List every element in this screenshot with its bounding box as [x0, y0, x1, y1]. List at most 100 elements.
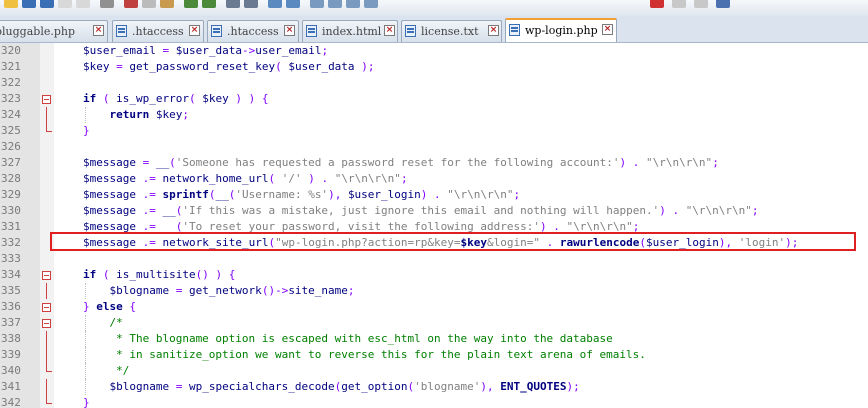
line-number: 332 — [1, 236, 21, 249]
tab-htaccess-2[interactable]: .htaccess × — [207, 20, 299, 42]
close-tab-icon[interactable]: × — [284, 25, 295, 36]
code-text: $blogname = wp_specialchars_decode(get_o… — [109, 380, 580, 393]
code-text: if ( is_multisite() ) { — [83, 268, 236, 281]
undo-icon[interactable] — [184, 0, 198, 8]
code-line[interactable]: 329 $message .= sprintf(__('Username: %s'… — [0, 187, 868, 203]
find-icon[interactable] — [226, 0, 240, 8]
cut-icon[interactable] — [124, 0, 138, 8]
fold-end-marker — [46, 123, 52, 132]
code-text: $message .= network_home_url( '/' ) . "\… — [83, 172, 408, 185]
close-tab-icon[interactable]: × — [602, 24, 613, 35]
line-number: 326 — [1, 140, 21, 153]
code-line[interactable]: 342} — [0, 395, 868, 408]
save-all-icon[interactable] — [40, 0, 54, 8]
close-all-icon[interactable] — [76, 0, 90, 8]
indent-guide — [85, 315, 86, 331]
line-number: 339 — [1, 348, 21, 361]
code-line[interactable]: 328 $message .= network_home_url( '/' ) .… — [0, 171, 868, 187]
line-number: 342 — [1, 396, 21, 408]
code-line[interactable]: 339 * in sanitize_option we want to rever… — [0, 347, 868, 363]
copy-icon[interactable] — [142, 0, 156, 8]
fold-end-marker — [46, 363, 52, 372]
line-number: 323 — [1, 92, 21, 105]
fold-line-marker — [46, 379, 47, 395]
tab-index-html[interactable]: index.html × — [302, 20, 398, 42]
indent-guide-icon[interactable] — [346, 0, 360, 8]
close-icon[interactable] — [58, 0, 72, 8]
zoom-in-icon[interactable] — [268, 0, 282, 8]
code-text: * The blogname option is escaped with es… — [116, 332, 613, 345]
tab-label: wp-login.php — [525, 24, 598, 37]
record-macro-icon[interactable] — [650, 0, 664, 8]
code-text: return $key; — [109, 108, 189, 121]
code-line[interactable]: 333 — [0, 251, 868, 267]
tab-label: .htaccess — [227, 25, 279, 38]
code-line[interactable]: 325} — [0, 123, 868, 139]
indent-guide — [85, 363, 86, 379]
line-number: 338 — [1, 332, 21, 345]
code-line[interactable]: 323 if ( is_wp_error( $key ) ) { — [0, 91, 868, 107]
line-number: 328 — [1, 172, 21, 185]
code-text: } — [83, 124, 90, 137]
code-text: } — [83, 396, 90, 408]
fold-toggle-icon[interactable] — [42, 95, 51, 104]
code-line[interactable]: 336} else { — [0, 299, 868, 315]
file-icon — [211, 25, 222, 37]
sync-scroll-icon[interactable] — [310, 0, 324, 8]
fold-end-marker — [46, 395, 52, 404]
line-number: 340 — [1, 364, 21, 377]
line-number: 321 — [1, 60, 21, 73]
close-tab-icon[interactable]: × — [189, 25, 200, 36]
redo-icon[interactable] — [202, 0, 216, 8]
tab-license-txt[interactable]: license.txt × — [401, 20, 502, 42]
line-number: 341 — [1, 380, 21, 393]
close-tab-icon[interactable]: × — [488, 25, 499, 36]
fold-line-marker — [46, 283, 47, 299]
code-line[interactable]: 337 /* — [0, 315, 868, 331]
tab-label: license.txt — [421, 25, 479, 38]
code-editor[interactable]: 320 $user_email = $user_data->user_email;… — [0, 43, 868, 408]
save-macro-icon[interactable] — [716, 0, 730, 8]
tab-htaccess-1[interactable]: .htaccess × — [112, 20, 204, 42]
code-line[interactable]: 341 $blogname = wp_specialchars_decode(ge… — [0, 379, 868, 395]
code-line[interactable]: 320 $user_email = $user_data->user_email; — [0, 43, 868, 59]
file-icon — [509, 24, 520, 36]
show-all-icon[interactable] — [364, 0, 378, 8]
code-line[interactable]: 326 — [0, 139, 868, 155]
file-icon — [306, 25, 317, 37]
code-line[interactable]: 327 $message = __('Someone has requested … — [0, 155, 868, 171]
code-line[interactable]: 330 $message .= __('If this was a mistake… — [0, 203, 868, 219]
stop-macro-icon[interactable] — [672, 0, 686, 8]
code-line[interactable]: 335 $blogname = get_network()->site_name; — [0, 283, 868, 299]
replace-icon[interactable] — [244, 0, 258, 8]
code-text: if ( is_wp_error( $key ) ) { — [83, 92, 269, 105]
line-number: 325 — [1, 124, 21, 137]
code-text: /* — [109, 316, 123, 329]
toolbar — [0, 0, 868, 16]
save-icon[interactable] — [22, 0, 36, 8]
file-icon — [405, 25, 416, 37]
tab-bar: pluggable.php × .htaccess × .htaccess × … — [0, 16, 868, 43]
code-text: $message .= sprintf(__('Username: %s'), … — [83, 188, 521, 201]
code-line[interactable]: 321 $key = get_password_reset_key( $user_… — [0, 59, 868, 75]
play-macro-icon[interactable] — [694, 0, 708, 8]
fold-toggle-icon[interactable] — [42, 319, 51, 328]
tab-pluggable-php[interactable]: pluggable.php × — [0, 20, 108, 42]
indent-guide — [85, 331, 86, 347]
close-tab-icon[interactable]: × — [93, 25, 104, 36]
zoom-out-icon[interactable] — [286, 0, 300, 8]
code-line[interactable]: 334 if ( is_multisite() ) { — [0, 267, 868, 283]
close-tab-icon[interactable]: × — [384, 25, 395, 36]
tab-wp-login-php[interactable]: wp-login.php × — [505, 18, 617, 42]
code-line[interactable]: 340 */ — [0, 363, 868, 379]
code-line[interactable]: 322 — [0, 75, 868, 91]
highlighted-line-box — [50, 232, 856, 251]
code-line[interactable]: 324 return $key; — [0, 107, 868, 123]
print-icon[interactable] — [100, 0, 114, 8]
open-icon[interactable] — [4, 0, 18, 8]
paste-icon[interactable] — [160, 0, 174, 8]
fold-toggle-icon[interactable] — [42, 303, 51, 312]
code-line[interactable]: 338 * The blogname option is escaped with… — [0, 331, 868, 347]
word-wrap-icon[interactable] — [328, 0, 342, 8]
fold-toggle-icon[interactable] — [42, 271, 51, 280]
